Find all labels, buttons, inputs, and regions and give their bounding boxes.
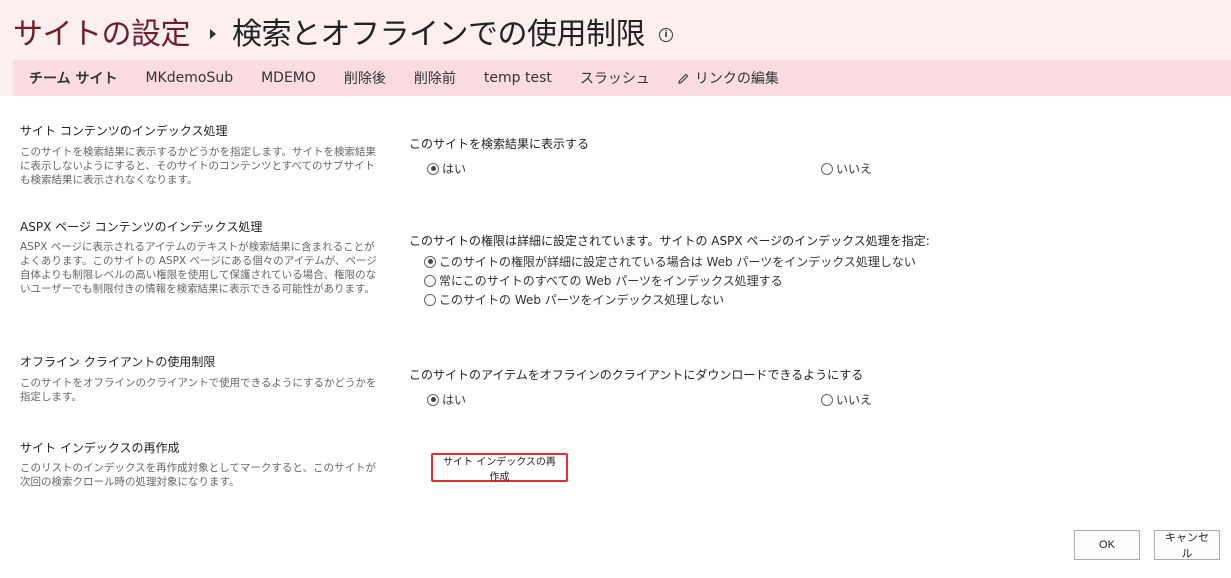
reindex-title: サイト インデックスの再作成 (20, 441, 180, 455)
nav-item-mdemo[interactable]: MDEMO (247, 70, 330, 86)
indexing-no-label: いいえ (836, 162, 873, 176)
aspx-title: ASPX ページ コンテンツのインデックス処理 (20, 220, 263, 234)
offline-yes-label: はい (442, 393, 467, 407)
indexing-description: このサイトを検索結果に表示するかどうかを指定します。サイトを検索結果に表示しない… (20, 146, 376, 186)
radio-unchecked-icon (424, 293, 436, 306)
indexing-yes-label: はい (442, 162, 467, 176)
page-title: 検索とオフラインでの使用制限 (232, 17, 646, 52)
aspx-description: ASPX ページに表示されるアイテムのテキストが検索結果に含まれることがよくあり… (20, 241, 377, 295)
offline-description: このサイトをオフラインのクライアントで使用できるようにするかどうかを指定します。 (20, 377, 377, 403)
reindex-description: このリストのインデックスを再作成対象としてマークすると、このサイトが次回の検索ク… (20, 462, 376, 488)
pencil-icon (677, 73, 689, 84)
offline-yes-radio[interactable]: はい (427, 391, 466, 408)
aspx-option-1-label: このサイトの権限が詳細に設定されている場合は Web パーツをインデックス処理し… (439, 255, 916, 269)
reindex-site-button[interactable]: サイト インデックスの再作成 (431, 453, 568, 483)
aspx-option-3-radio[interactable]: このサイトの Web パーツをインデックス処理しない (424, 291, 724, 308)
offline-field-label: このサイトのアイテムをオフラインのクライアントにダウンロードできるようにする (409, 368, 864, 382)
top-nav: チーム サイト MKdemoSub MDEMO 削除後 削除前 temp tes… (13, 60, 1231, 96)
edit-links-button[interactable]: リンクの編集 (664, 68, 793, 88)
offline-title: オフライン クライアントの使用制限 (20, 355, 216, 369)
nav-item-after-delete[interactable]: 削除後 (330, 68, 400, 88)
info-icon[interactable]: i (659, 28, 673, 42)
offline-no-radio[interactable]: いいえ (821, 391, 872, 408)
offline-no-label: いいえ (836, 393, 873, 407)
nav-item-temp-test[interactable]: temp test (470, 70, 566, 86)
site-settings-link[interactable]: サイトの設定 (13, 9, 191, 53)
nav-item-slash[interactable]: スラッシュ (566, 68, 664, 88)
aspx-option-2-label: 常にこのサイトのすべての Web パーツをインデックス処理する (439, 274, 783, 288)
radio-unchecked-icon (821, 162, 833, 175)
radio-checked-icon (424, 255, 436, 268)
breadcrumb-arrow-icon (210, 29, 216, 39)
nav-item-mkdemosub[interactable]: MKdemoSub (131, 70, 247, 86)
indexing-field-label: このサイトを検索結果に表示する (409, 137, 590, 151)
aspx-option-2-radio[interactable]: 常にこのサイトのすべての Web パーツをインデックス処理する (424, 272, 783, 289)
cancel-button[interactable]: キャンセル (1154, 530, 1220, 560)
radio-checked-icon (427, 393, 439, 406)
radio-checked-icon (427, 162, 439, 175)
aspx-option-3-label: このサイトの Web パーツをインデックス処理しない (439, 293, 725, 307)
indexing-no-radio[interactable]: いいえ (821, 160, 872, 177)
indexing-title: サイト コンテンツのインデックス処理 (20, 124, 228, 138)
aspx-field-label: このサイトの権限は詳細に設定されています。サイトの ASPX ページのインデック… (409, 234, 930, 248)
nav-item-before-delete[interactable]: 削除前 (400, 68, 470, 88)
title-row: サイトの設定 検索とオフラインでの使用制限 i (13, 6, 673, 56)
aspx-option-1-radio[interactable]: このサイトの権限が詳細に設定されている場合は Web パーツをインデックス処理し… (424, 253, 916, 270)
indexing-yes-radio[interactable]: はい (427, 160, 466, 177)
nav-item-team-site[interactable]: チーム サイト (13, 68, 131, 88)
edit-links-label: リンクの編集 (694, 71, 779, 87)
page-header: サイトの設定 検索とオフラインでの使用制限 i チーム サイト MKdemoSu… (0, 0, 1231, 96)
radio-unchecked-icon (821, 393, 833, 406)
ok-button[interactable]: OK (1074, 530, 1140, 560)
radio-unchecked-icon (424, 274, 436, 287)
